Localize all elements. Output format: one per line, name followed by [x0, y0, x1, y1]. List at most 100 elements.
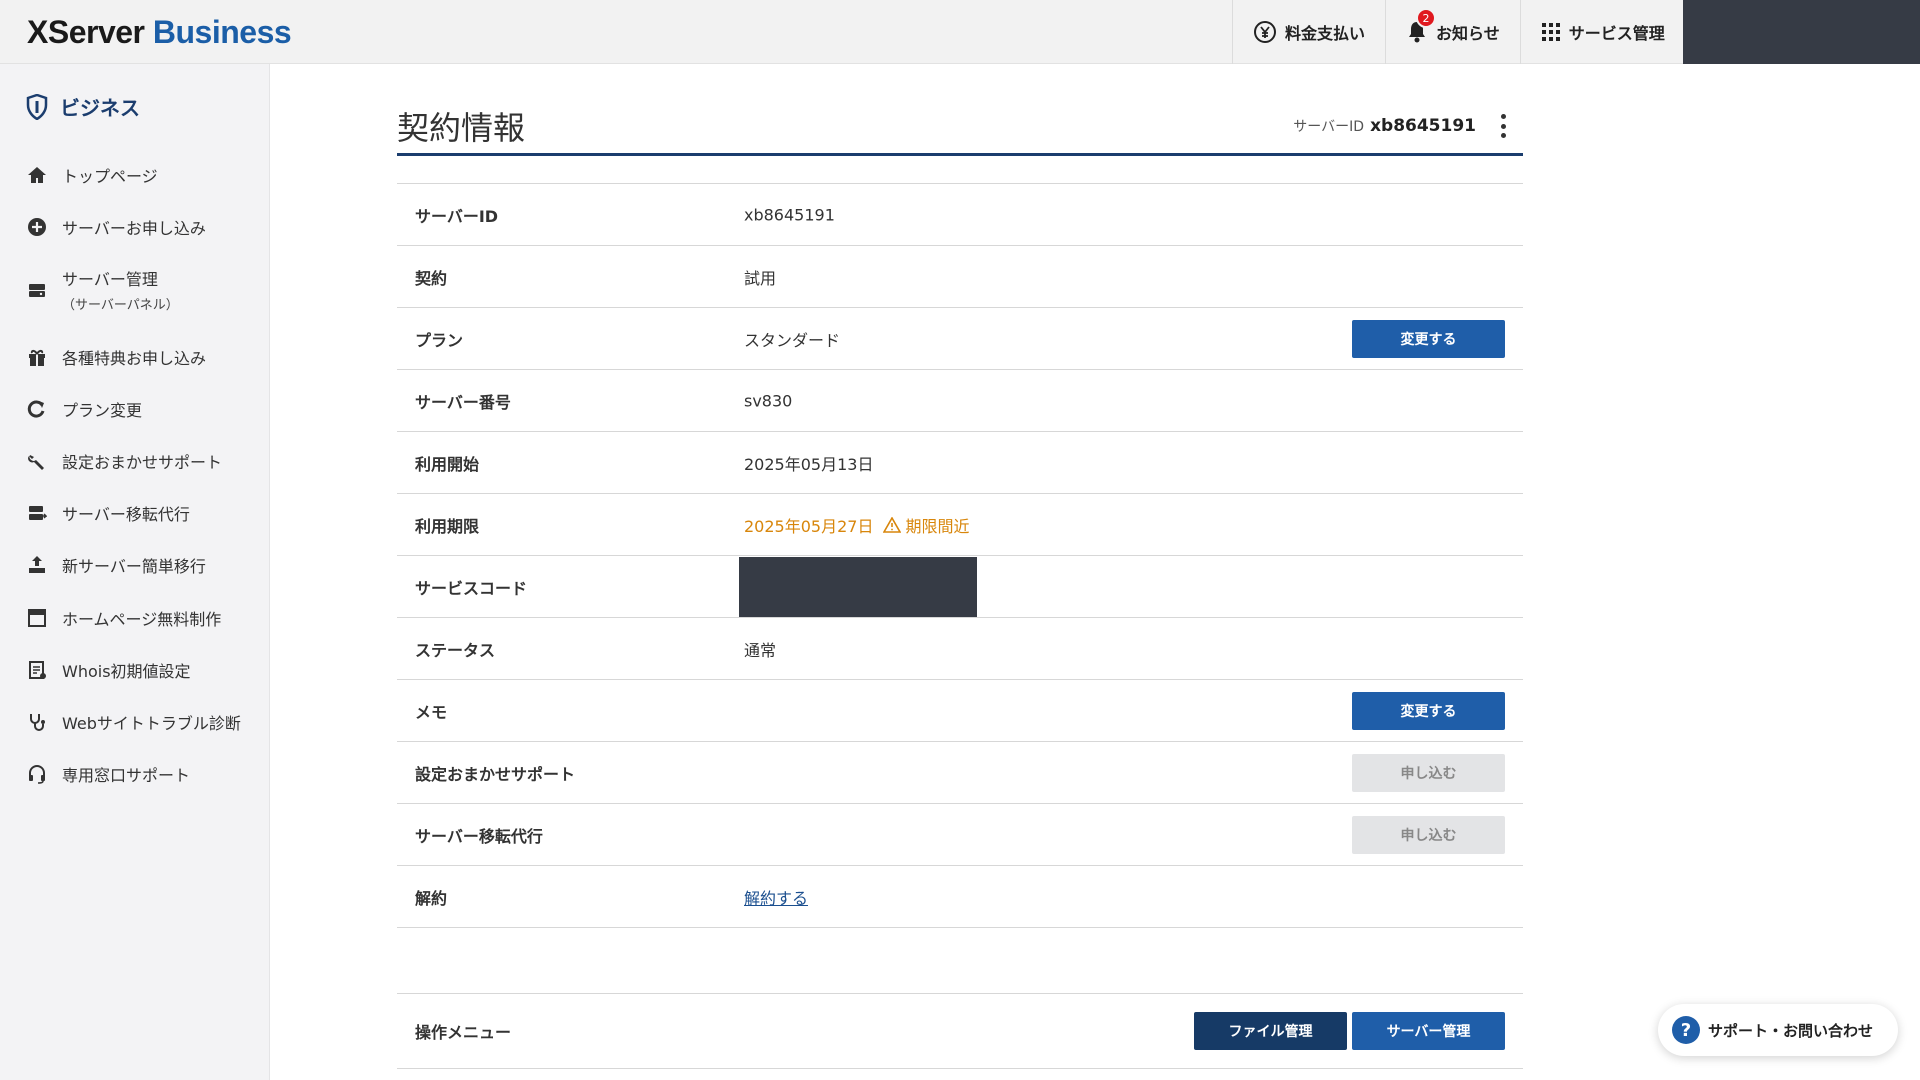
- row-value-warning: 2025年05月27日 期限間近: [744, 513, 969, 537]
- notice-nav-button[interactable]: 2 お知らせ: [1385, 0, 1520, 64]
- row-value: 試用: [744, 268, 777, 288]
- grid-icon: [1541, 22, 1561, 42]
- sidebar-item-label: Webサイトトラブル診断: [62, 714, 241, 733]
- sidebar-item-setup-support[interactable]: 設定おまかせサポート: [26, 449, 222, 473]
- service-code-redacted: [739, 557, 977, 617]
- table-row-cancel: 解約 解約する: [397, 866, 1523, 928]
- sidebar-item-label: プラン変更: [62, 401, 143, 420]
- sidebar-item-web-diagnosis[interactable]: Webサイトトラブル診断: [26, 710, 241, 734]
- migration-apply-button[interactable]: 申し込む: [1352, 815, 1505, 854]
- sidebar-item-easy-migration[interactable]: 新サーバー簡単移行: [26, 553, 206, 577]
- table-row-status: ステータス 通常: [397, 618, 1523, 680]
- table-row-memo: メモ 変更する: [397, 680, 1523, 742]
- sidebar-item-whois[interactable]: Whois初期値設定: [26, 658, 191, 682]
- wrench-icon: [26, 450, 48, 472]
- table-row-start-date: 利用開始 2025年05月13日: [397, 432, 1523, 494]
- service-nav-label: サービス管理: [1568, 24, 1665, 43]
- plan-change-button[interactable]: 変更する: [1352, 319, 1505, 358]
- top-header: XServer Business 料金支払い 2 お知らせ サービス管理: [0, 0, 1920, 64]
- sidebar-item-top-page[interactable]: トップページ: [26, 163, 158, 187]
- setup-support-apply-button[interactable]: 申し込む: [1352, 753, 1505, 792]
- row-key: メモ: [415, 702, 448, 722]
- server-id-header-value: xb8645191: [1370, 116, 1476, 136]
- sidebar-item-label: ホームページ無料制作: [62, 610, 222, 629]
- row-value: 解約する: [744, 885, 808, 909]
- table-row-plan: プラン スタンダード 変更する: [397, 308, 1523, 370]
- row-value: 通常: [744, 640, 777, 660]
- document-icon: [26, 659, 48, 681]
- memo-change-button[interactable]: 変更する: [1352, 691, 1505, 730]
- row-value: sv830: [744, 391, 793, 410]
- sidebar-item-benefits[interactable]: 各種特典お申し込み: [26, 345, 206, 369]
- operations-menu-label: 操作メニュー: [415, 1023, 512, 1042]
- operations-menu: 操作メニュー ファイル管理 サーバー管理: [397, 993, 1523, 1069]
- row-key: プラン: [415, 330, 464, 350]
- contract-info-table: サーバーID xb8645191 契約 試用 プラン スタンダード 変更する サ…: [397, 183, 1523, 928]
- sidebar-item-label: 新サーバー簡単移行: [62, 557, 206, 576]
- xserver-business-logo[interactable]: XServer Business: [27, 14, 292, 51]
- logo-text-xserver: XServer: [27, 14, 145, 50]
- sidebar-item-label: トップページ: [62, 167, 158, 186]
- row-key: 解約: [415, 888, 448, 908]
- upload-icon: [26, 554, 48, 576]
- server-icon: [26, 279, 48, 301]
- row-key: ステータス: [415, 640, 496, 660]
- account-menu[interactable]: [1683, 0, 1920, 64]
- table-row-migration: サーバー移転代行 申し込む: [397, 804, 1523, 866]
- payment-nav-button[interactable]: 料金支払い: [1232, 0, 1385, 64]
- row-key: 利用開始: [415, 454, 480, 474]
- sidebar-item-server-migration[interactable]: サーバー移転代行: [26, 501, 190, 525]
- sidebar-title[interactable]: ビジネス: [26, 92, 140, 121]
- expiry-warning-label: 期限間近: [905, 516, 970, 536]
- server-id-header: サーバーID xb8645191: [1293, 116, 1476, 136]
- sidebar-item-label: サーバー移転代行: [62, 505, 190, 524]
- sidebar-item-server-order[interactable]: サーバーお申し込み: [26, 215, 206, 239]
- table-row-setup-support: 設定おまかせサポート 申し込む: [397, 742, 1523, 804]
- sidebar: ビジネス トップページ サーバーお申し込み サーバー管理 （サーバーパネル） 各…: [0, 64, 270, 1080]
- question-circle-icon: ?: [1672, 1016, 1700, 1044]
- service-nav-button[interactable]: サービス管理: [1519, 0, 1685, 64]
- stethoscope-icon: [26, 711, 48, 733]
- cancel-contract-link[interactable]: 解約する: [744, 885, 808, 909]
- payment-nav-label: 料金支払い: [1285, 24, 1366, 43]
- row-value: xb8645191: [744, 205, 835, 224]
- header-nav: 料金支払い 2 お知らせ サービス管理: [1232, 0, 1685, 64]
- row-key: 設定おまかせサポート: [415, 764, 576, 784]
- file-manager-button[interactable]: ファイル管理: [1194, 1012, 1347, 1050]
- row-key: サービスコード: [415, 578, 528, 598]
- sidebar-item-label-group: サーバー管理 （サーバーパネル）: [62, 266, 179, 313]
- table-row-expiry-date: 利用期限 2025年05月27日 期限間近: [397, 494, 1523, 556]
- page-title: 契約情報: [397, 109, 526, 147]
- row-key: サーバー移転代行: [415, 826, 543, 846]
- sidebar-item-plan-change[interactable]: プラン変更: [26, 397, 142, 421]
- sidebar-item-homepage-creation[interactable]: ホームページ無料制作: [26, 606, 221, 630]
- refresh-icon: [26, 398, 48, 420]
- support-contact-button[interactable]: ? サポート・お問い合わせ: [1658, 1004, 1898, 1056]
- sidebar-item-dedicated-support[interactable]: 専用窓口サポート: [26, 762, 190, 786]
- row-key: 契約: [415, 268, 448, 288]
- sidebar-item-label: 各種特典お申し込み: [62, 349, 207, 368]
- sidebar-item-label: 設定おまかせサポート: [62, 453, 223, 472]
- row-value: 2025年05月13日: [744, 454, 874, 474]
- row-key: サーバーID: [415, 206, 499, 226]
- bell-icon: 2: [1406, 8, 1437, 44]
- logo-text-business: Business: [152, 14, 292, 50]
- browser-icon: [26, 607, 48, 629]
- row-key: サーバー番号: [415, 392, 511, 412]
- notice-count-badge: 2: [1416, 8, 1437, 28]
- gift-icon: [26, 346, 48, 368]
- server-id-header-label: サーバーID: [1293, 119, 1365, 135]
- server-panel-button[interactable]: サーバー管理: [1352, 1012, 1505, 1050]
- headset-icon: [26, 763, 48, 785]
- sidebar-item-server-panel[interactable]: サーバー管理 （サーバーパネル）: [26, 266, 179, 313]
- sidebar-title-label: ビジネス: [60, 96, 140, 120]
- table-row-server-number: サーバー番号 sv830: [397, 370, 1523, 432]
- server-move-icon: [26, 502, 48, 524]
- warning-triangle-icon: [883, 516, 902, 533]
- more-options-icon[interactable]: [1498, 114, 1508, 138]
- sidebar-item-label: Whois初期値設定: [62, 662, 191, 681]
- expiry-date-value: 2025年05月27日: [744, 516, 874, 536]
- expiry-warning: 期限間近: [883, 513, 969, 537]
- table-row-contract: 契約 試用: [397, 246, 1523, 308]
- row-key: 利用期限: [415, 516, 480, 536]
